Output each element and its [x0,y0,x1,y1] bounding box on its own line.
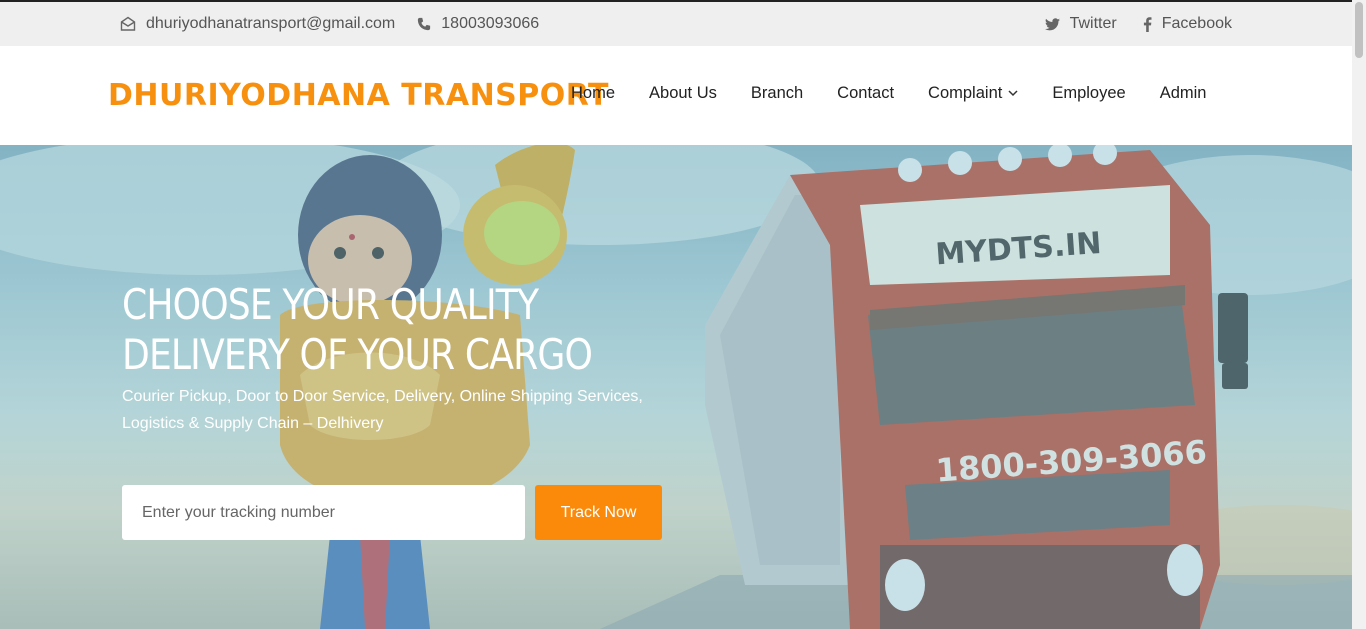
scrollbar-thumb[interactable] [1355,2,1363,58]
envelope-icon [120,16,136,32]
social-links: Twitter Facebook [1044,2,1232,46]
email-text: dhuriyodhanatransport@gmail.com [146,15,396,32]
phone-contact[interactable]: 18003093066 [417,15,539,33]
twitter-label: Twitter [1069,15,1117,32]
track-now-button[interactable]: Track Now [535,485,662,540]
tracking-number-input[interactable] [122,485,525,540]
hero-banner: MYDTS.IN 1800-309-3066 CHOOSE YOUR QUALI… [0,145,1352,629]
nav-complaint[interactable]: Complaint [928,84,1018,103]
nav-branch[interactable]: Branch [751,84,803,103]
hero-title: CHOOSE YOUR QUALITY DELIVERY OF YOUR CAR… [122,280,593,379]
twitter-icon [1044,17,1060,31]
hero-subtitle: Courier Pickup, Door to Door Service, De… [122,388,643,432]
nav-home[interactable]: Home [571,84,615,103]
top-info-bar: dhuriyodhanatransport@gmail.com 18003093… [0,0,1352,46]
nav-admin[interactable]: Admin [1160,84,1207,103]
contact-info: dhuriyodhanatransport@gmail.com 18003093… [120,2,539,46]
page-scrollbar[interactable] [1352,0,1366,629]
phone-icon [417,17,431,31]
nav-complaint-label: Complaint [928,84,1003,102]
phone-text: 18003093066 [441,15,540,32]
twitter-link[interactable]: Twitter [1044,15,1117,33]
site-header: DHURIYODHANA TRANSPORT Home About Us Bra… [0,46,1352,145]
facebook-link[interactable]: Facebook [1143,15,1232,33]
nav-contact[interactable]: Contact [837,84,894,103]
nav-about-us[interactable]: About Us [649,84,717,103]
chevron-down-icon [1008,90,1018,97]
facebook-label: Facebook [1161,15,1232,32]
email-contact[interactable]: dhuriyodhanatransport@gmail.com [120,15,395,33]
nav-employee[interactable]: Employee [1052,84,1125,103]
facebook-icon [1143,16,1152,32]
brand-logo[interactable]: DHURIYODHANA TRANSPORT [108,78,609,113]
main-nav: Home About Us Branch Contact Complaint E… [571,84,1207,103]
